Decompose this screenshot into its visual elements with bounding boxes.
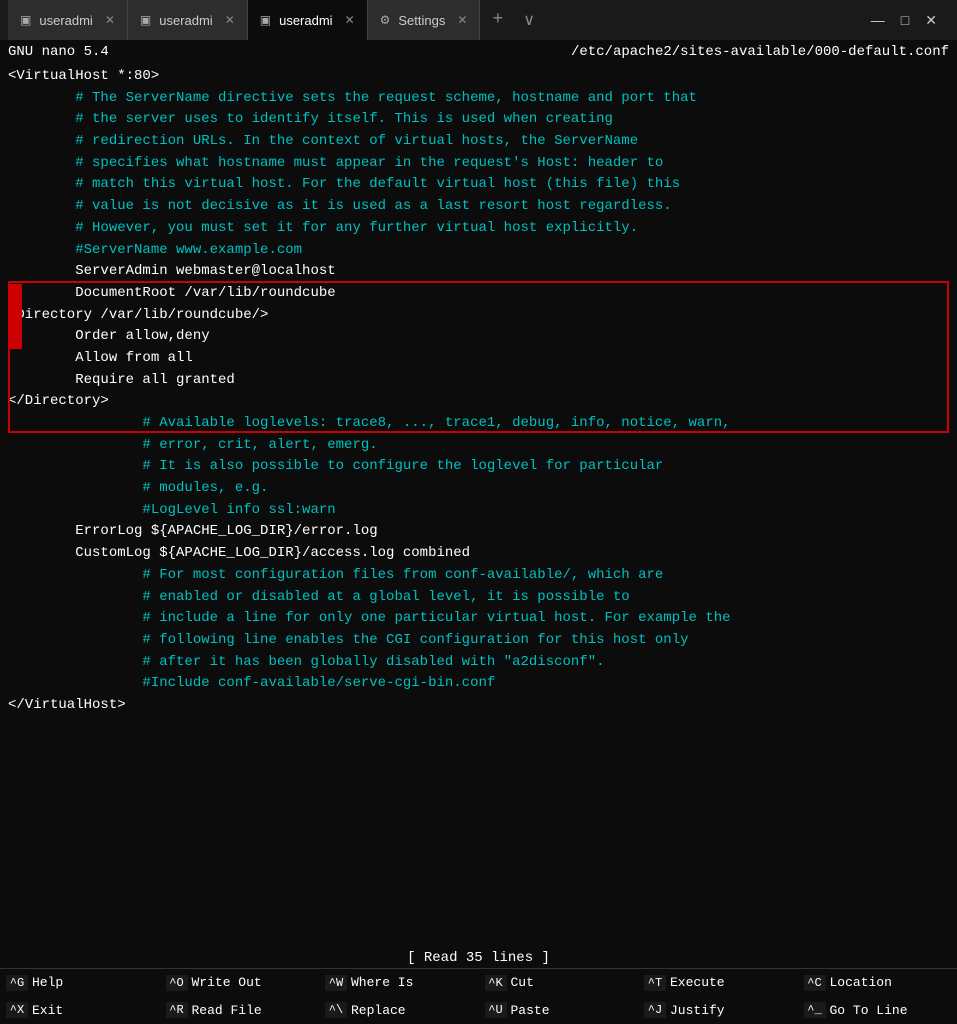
nano-filepath: /etc/apache2/sites-available/000-default… bbox=[571, 44, 949, 60]
new-tab-button[interactable]: + bbox=[480, 0, 515, 40]
tab-dropdown[interactable]: ∨ bbox=[515, 10, 543, 30]
titlebar: ▣ useradmi ✕ ▣ useradmi ✕ ▣ useradmi ✕ ⚙… bbox=[0, 0, 957, 40]
editor-line-19: # error, crit, alert, emerg. bbox=[0, 435, 957, 457]
shortcut-label-0: Help bbox=[32, 975, 63, 990]
editor-line-11: DocumentRoot /var/lib/roundcube bbox=[0, 283, 957, 305]
shortcut-label-10: Justify bbox=[670, 1003, 725, 1018]
editor-line-22: #LogLevel info ssl:warn bbox=[0, 500, 957, 522]
editor-line-12: <Directory /var/lib/roundcube/> bbox=[0, 305, 957, 327]
tab-1[interactable]: ▣ useradmi ✕ bbox=[8, 0, 128, 40]
shortcut-key-10: ^J bbox=[644, 1002, 666, 1018]
shortcut-label-8: Replace bbox=[351, 1003, 406, 1018]
shortcut-3[interactable]: ^K Cut bbox=[479, 969, 639, 997]
close-button[interactable]: ✕ bbox=[925, 12, 937, 29]
editor-line-0: <VirtualHost *:80> bbox=[0, 66, 957, 88]
shortcut-1[interactable]: ^O Write Out bbox=[160, 969, 320, 997]
editor-line-7: # However, you must set it for any furth… bbox=[0, 218, 957, 240]
shortcut-label-11: Go To Line bbox=[830, 1003, 908, 1018]
editor-line-8: #ServerName www.example.com bbox=[0, 240, 957, 262]
editor-line-16: </Directory> bbox=[0, 391, 957, 413]
shortcut-label-4: Execute bbox=[670, 975, 725, 990]
shortcuts-bar: ^G Help ^O Write Out ^W Where Is ^K Cut ^T Execut… bbox=[0, 968, 957, 1024]
editor-line-29: # include a line for only one particular… bbox=[0, 608, 957, 630]
tab-1-label: useradmi bbox=[39, 13, 92, 28]
shortcut-label-2: Where Is bbox=[351, 975, 413, 990]
editor-line-28: # enabled or disabled at a global level,… bbox=[0, 587, 957, 609]
shortcut-key-6: ^X bbox=[6, 1002, 28, 1018]
nano-version: GNU nano 5.4 bbox=[8, 44, 109, 60]
tab-2[interactable]: ▣ useradmi ✕ bbox=[128, 0, 248, 40]
shortcut-label-9: Paste bbox=[511, 1003, 550, 1018]
shortcut-label-7: Read File bbox=[192, 1003, 262, 1018]
editor-line-24: ErrorLog ${APACHE_LOG_DIR}/error.log bbox=[0, 521, 957, 543]
maximize-button[interactable]: □ bbox=[901, 12, 909, 29]
editor-line-31: # after it has been globally disabled wi… bbox=[0, 652, 957, 674]
editor-line-18: # Available loglevels: trace8, ..., trac… bbox=[0, 413, 957, 435]
editor-line-14: Allow from all bbox=[0, 348, 957, 370]
editor-line-5: # match this virtual host. For the defau… bbox=[0, 174, 957, 196]
red-indicator-bar bbox=[8, 284, 22, 349]
shortcut-11[interactable]: ^_ Go To Line bbox=[798, 997, 957, 1024]
status-bar: [ Read 35 lines ] bbox=[0, 948, 957, 968]
tab-settings[interactable]: ⚙ Settings ✕ bbox=[368, 0, 481, 40]
shortcut-key-7: ^R bbox=[166, 1002, 188, 1018]
tab-settings-close[interactable]: ✕ bbox=[457, 13, 467, 27]
editor-line-2: # the server uses to identify itself. Th… bbox=[0, 109, 957, 131]
tab-2-label: useradmi bbox=[159, 13, 212, 28]
editor-line-15: Require all granted bbox=[0, 370, 957, 392]
editor-line-13: Order allow,deny bbox=[0, 326, 957, 348]
shortcut-label-1: Write Out bbox=[192, 975, 262, 990]
editor-line-6: # value is not decisive as it is used as… bbox=[0, 196, 957, 218]
shortcut-key-4: ^T bbox=[644, 975, 666, 991]
shortcut-label-6: Exit bbox=[32, 1003, 63, 1018]
terminal-icon-1: ▣ bbox=[20, 13, 31, 27]
tab-2-close[interactable]: ✕ bbox=[225, 13, 235, 27]
shortcut-0[interactable]: ^G Help bbox=[0, 969, 160, 997]
editor-line-20: # It is also possible to configure the l… bbox=[0, 456, 957, 478]
tab-3-close[interactable]: ✕ bbox=[345, 13, 355, 27]
editor-line-10: ServerAdmin webmaster@localhost bbox=[0, 261, 957, 283]
shortcut-key-3: ^K bbox=[485, 975, 507, 991]
minimize-button[interactable]: — bbox=[871, 12, 885, 29]
editor-line-32: #Include conf-available/serve-cgi-bin.co… bbox=[0, 673, 957, 695]
shortcut-6[interactable]: ^X Exit bbox=[0, 997, 160, 1024]
terminal-icon-3: ▣ bbox=[260, 13, 271, 27]
editor-line-3: # redirection URLs. In the context of vi… bbox=[0, 131, 957, 153]
shortcut-4[interactable]: ^T Execute bbox=[638, 969, 798, 997]
editor-line-21: # modules, e.g. bbox=[0, 478, 957, 500]
shortcut-7[interactable]: ^R Read File bbox=[160, 997, 320, 1024]
editor-line-27: # For most configuration files from conf… bbox=[0, 565, 957, 587]
nano-header: GNU nano 5.4 /etc/apache2/sites-availabl… bbox=[0, 40, 957, 64]
shortcut-9[interactable]: ^U Paste bbox=[479, 997, 639, 1024]
shortcut-2[interactable]: ^W Where Is bbox=[319, 969, 479, 997]
shortcut-label-5: Location bbox=[830, 975, 892, 990]
window-controls: — □ ✕ bbox=[859, 12, 949, 29]
shortcut-key-11: ^_ bbox=[804, 1002, 826, 1018]
shortcut-key-0: ^G bbox=[6, 975, 28, 991]
editor-line-1: # The ServerName directive sets the requ… bbox=[0, 88, 957, 110]
shortcut-10[interactable]: ^J Justify bbox=[638, 997, 798, 1024]
shortcut-label-3: Cut bbox=[511, 975, 534, 990]
tab-1-close[interactable]: ✕ bbox=[105, 13, 115, 27]
editor-line-33: </VirtualHost> bbox=[0, 695, 957, 717]
editor-area[interactable]: <VirtualHost *:80> # The ServerName dire… bbox=[0, 64, 957, 948]
tab-3[interactable]: ▣ useradmi ✕ bbox=[248, 0, 368, 40]
tab-settings-label: Settings bbox=[398, 13, 445, 28]
tab-3-label: useradmi bbox=[279, 13, 332, 28]
terminal-icon-2: ▣ bbox=[140, 13, 151, 27]
shortcut-key-8: ^\ bbox=[325, 1002, 347, 1018]
shortcut-8[interactable]: ^\ Replace bbox=[319, 997, 479, 1024]
shortcut-5[interactable]: ^C Location bbox=[798, 969, 957, 997]
status-text: [ Read 35 lines ] bbox=[407, 950, 550, 966]
editor-line-25: CustomLog ${APACHE_LOG_DIR}/access.log c… bbox=[0, 543, 957, 565]
editor-line-4: # specifies what hostname must appear in… bbox=[0, 153, 957, 175]
editor-line-30: # following line enables the CGI configu… bbox=[0, 630, 957, 652]
shortcut-key-9: ^U bbox=[485, 1002, 507, 1018]
gear-icon: ⚙ bbox=[380, 13, 391, 27]
shortcut-key-2: ^W bbox=[325, 975, 347, 991]
shortcut-key-1: ^O bbox=[166, 975, 188, 991]
shortcut-key-5: ^C bbox=[804, 975, 826, 991]
